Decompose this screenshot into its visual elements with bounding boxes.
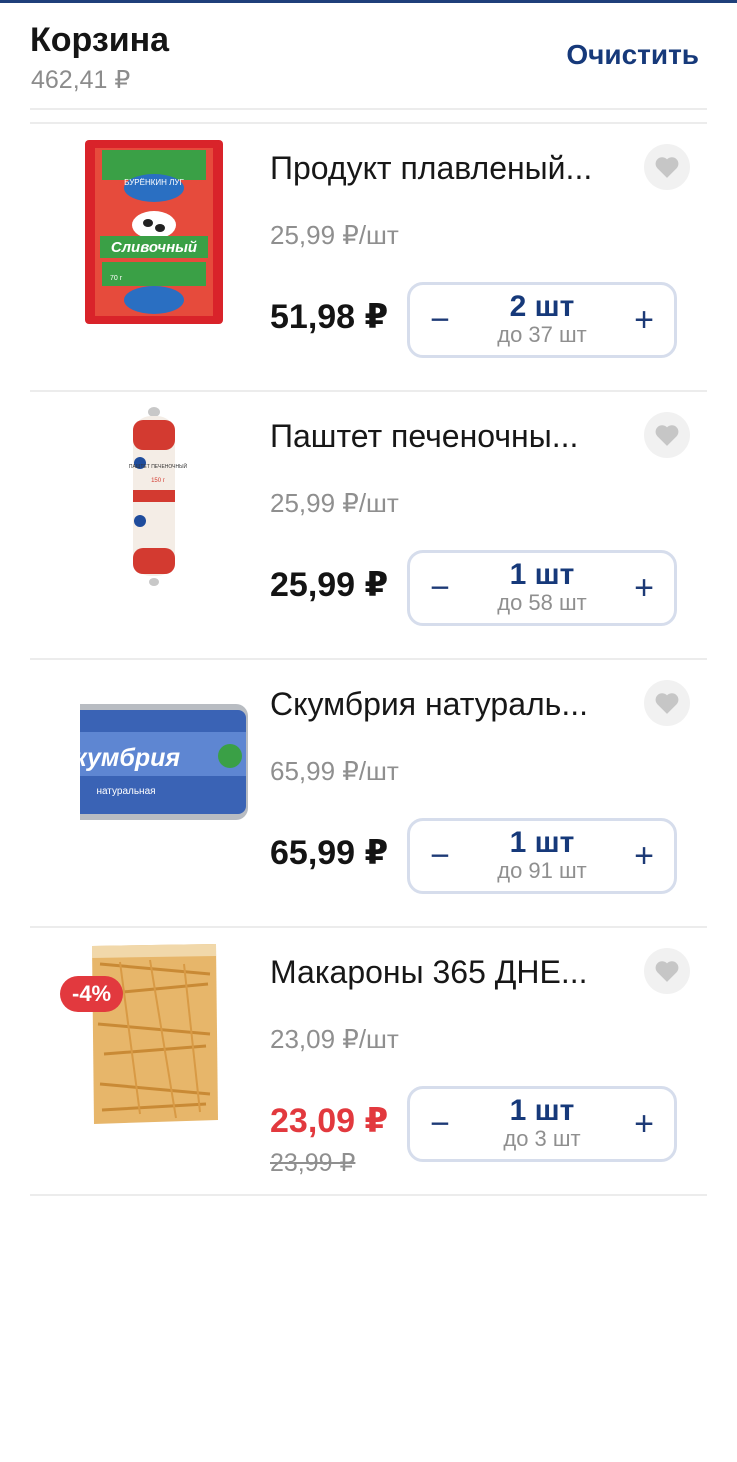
increment-button[interactable]: + [614, 285, 674, 355]
heart-icon [655, 425, 679, 446]
pack-label: БУРЁНКИН ЛУГ [124, 178, 184, 187]
product-title[interactable]: Скумбрия натураль... [270, 686, 588, 723]
pack-label: натуральная [96, 786, 155, 797]
decrement-button[interactable]: − [410, 285, 470, 355]
heart-icon [655, 961, 679, 982]
quantity-stepper: − 2 шт до 37 шт + [407, 282, 677, 358]
item-price: 51,98 ₽ [270, 298, 389, 336]
minus-icon: − [430, 1104, 450, 1143]
unit-price: 23,09 ₽/шт [270, 1024, 399, 1054]
quantity-stepper: − 1 шт до 3 шт + [407, 1086, 677, 1162]
pack-label: 150 г [151, 478, 166, 484]
product-title[interactable]: Продукт плавленый... [270, 150, 592, 187]
product-image-fish-can[interactable]: Скумбрия натуральная [56, 666, 250, 866]
minus-icon: − [430, 300, 450, 339]
pack-label: ПАШТЕТ ПЕЧЕНОЧНЫЙ [129, 462, 188, 470]
favorite-button[interactable] [644, 412, 690, 458]
old-price: 23,99 ₽ [270, 1149, 356, 1177]
decrement-button[interactable]: − [410, 1089, 470, 1159]
cart-item: Скумбрия натуральная Скумбрия натураль..… [30, 658, 707, 926]
increment-button[interactable]: + [614, 553, 674, 623]
decrement-button[interactable]: − [410, 821, 470, 891]
quantity-stepper: − 1 шт до 58 шт + [407, 550, 677, 626]
favorite-button[interactable] [644, 144, 690, 190]
quantity-value: 1 шт [509, 558, 575, 591]
product-title[interactable]: Макароны 365 ДНЕ... [270, 954, 588, 991]
plus-icon: + [634, 1104, 654, 1143]
unit-price: 65,99 ₽/шт [270, 756, 399, 786]
plus-icon: + [634, 300, 654, 339]
header-divider [30, 108, 707, 110]
cart-item-partial [30, 1194, 707, 1462]
quantity-limit: до 58 шт [497, 590, 587, 615]
item-price: 23,09 ₽ [270, 1102, 389, 1140]
cart-list: БУРЁНКИН ЛУГ Сливочный 70 г Продукт плав… [0, 122, 737, 1462]
favorite-button[interactable] [644, 680, 690, 726]
minus-icon: − [430, 836, 450, 875]
increment-button[interactable]: + [614, 821, 674, 891]
clear-cart-button[interactable]: Очистить [566, 39, 699, 71]
cart-total: 462,41 ₽ [31, 66, 131, 94]
quantity-limit: до 91 шт [497, 858, 587, 883]
pack-label: Сливочный [111, 239, 197, 256]
cart-item: БУРЁНКИН ЛУГ Сливочный 70 г Продукт плав… [30, 122, 707, 390]
quantity-limit: до 37 шт [497, 322, 587, 347]
minus-icon: − [430, 568, 450, 607]
product-title[interactable]: Паштет печеночны... [270, 418, 578, 455]
quantity-value: 2 шт [509, 290, 575, 323]
page-title: Корзина [30, 21, 170, 59]
heart-icon [655, 693, 679, 714]
unit-price: 25,99 ₽/шт [270, 488, 399, 518]
product-image-pasta[interactable] [80, 934, 250, 1134]
pack-label: 70 г [110, 275, 123, 282]
product-image-cheese[interactable]: БУРЁНКИН ЛУГ Сливочный 70 г [80, 130, 250, 330]
quantity-value: 1 шт [509, 1094, 575, 1127]
quantity-limit: до 3 шт [503, 1126, 581, 1151]
plus-icon: + [634, 836, 654, 875]
decrement-button[interactable]: − [410, 553, 470, 623]
cart-header: Корзина 462,41 ₽ Очистить [0, 3, 737, 109]
quantity-value: 1 шт [509, 826, 575, 859]
cart-item: ПАШТЕТ ПЕЧЕНОЧНЫЙ 150 г Паштет печеночны… [30, 390, 707, 658]
cart-item: -4% Макароны 365 ДНЕ... 23,09 ₽/шт 23,09… [30, 926, 707, 1194]
pack-label: Скумбрия [80, 744, 180, 772]
item-price: 25,99 ₽ [270, 566, 389, 604]
product-image-pate[interactable]: ПАШТЕТ ПЕЧЕНОЧНЫЙ 150 г [80, 398, 250, 598]
unit-price: 25,99 ₽/шт [270, 220, 399, 250]
discount-badge: -4% [60, 976, 124, 1012]
favorite-button[interactable] [644, 948, 690, 994]
quantity-stepper: − 1 шт до 91 шт + [407, 818, 677, 894]
item-price: 65,99 ₽ [270, 834, 389, 872]
heart-icon [655, 157, 679, 178]
increment-button[interactable]: + [614, 1089, 674, 1159]
plus-icon: + [634, 568, 654, 607]
